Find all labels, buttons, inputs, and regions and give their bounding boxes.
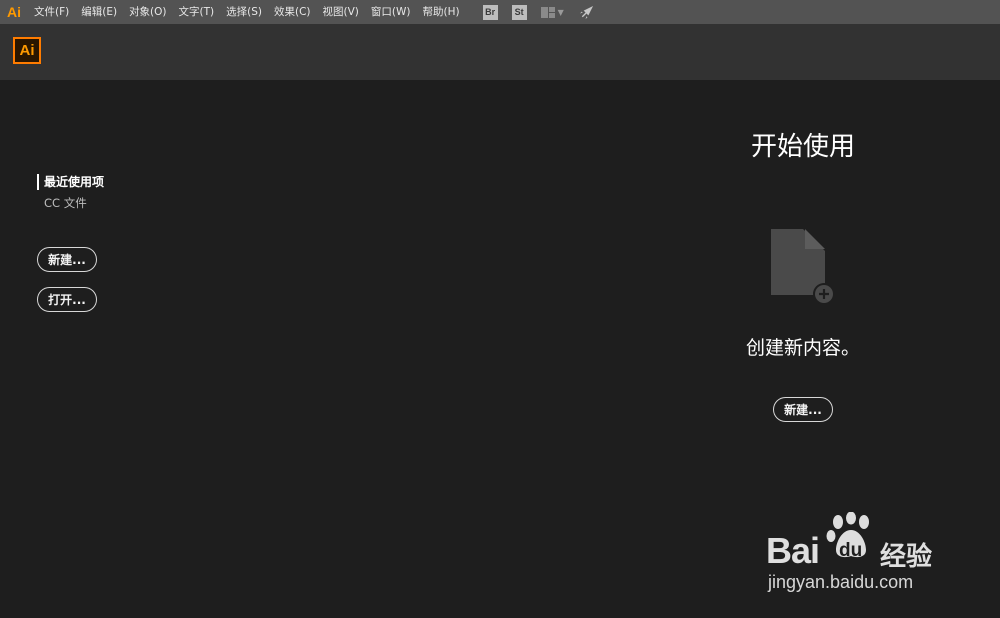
create-new-text: 创建新内容。 xyxy=(745,337,860,359)
new-document-icon xyxy=(767,227,839,313)
menu-help[interactable]: 帮助(H) xyxy=(417,0,466,24)
tab-cc-files[interactable]: CC 文件 xyxy=(44,195,87,211)
watermark-cn: 经验 xyxy=(880,542,933,572)
baidu-watermark: Bai du 经验 jingyan.baidu.com xyxy=(766,512,966,602)
menu-file[interactable]: 文件(F) xyxy=(28,0,75,24)
menu-effect[interactable]: 效果(C) xyxy=(268,0,317,24)
title-bar: Ai xyxy=(0,24,1000,80)
watermark-url: jingyan.baidu.com xyxy=(768,572,914,592)
app-glyph: Ai xyxy=(7,4,21,20)
bridge-button[interactable]: Br xyxy=(482,4,498,20)
menu-bar: Ai 文件(F) 编辑(E) 对象(O) 文字(T) 选择(S) 效果(C) 视… xyxy=(0,0,1000,24)
menu-type[interactable]: 文字(T) xyxy=(173,0,221,24)
open-file-button[interactable]: 打开... xyxy=(37,287,97,312)
menu-view[interactable]: 视图(V) xyxy=(317,0,365,24)
start-title: 开始使用 xyxy=(750,132,855,162)
menu-select[interactable]: 选择(S) xyxy=(220,0,268,24)
rocket-icon[interactable] xyxy=(579,5,594,20)
create-new-button[interactable]: 新建... xyxy=(773,397,833,422)
workspace-switcher-icon[interactable]: ▼ xyxy=(540,6,564,18)
tab-recent[interactable]: 最近使用项 xyxy=(37,174,104,190)
stock-button[interactable]: St xyxy=(511,4,527,20)
menu-object[interactable]: 对象(O) xyxy=(123,0,172,24)
watermark-brand-suffix: du xyxy=(839,540,863,561)
new-file-button[interactable]: 新建... xyxy=(37,247,97,272)
menu-edit[interactable]: 编辑(E) xyxy=(75,0,123,24)
illustrator-logo: Ai xyxy=(13,37,41,64)
menu-window[interactable]: 窗口(W) xyxy=(365,0,417,24)
